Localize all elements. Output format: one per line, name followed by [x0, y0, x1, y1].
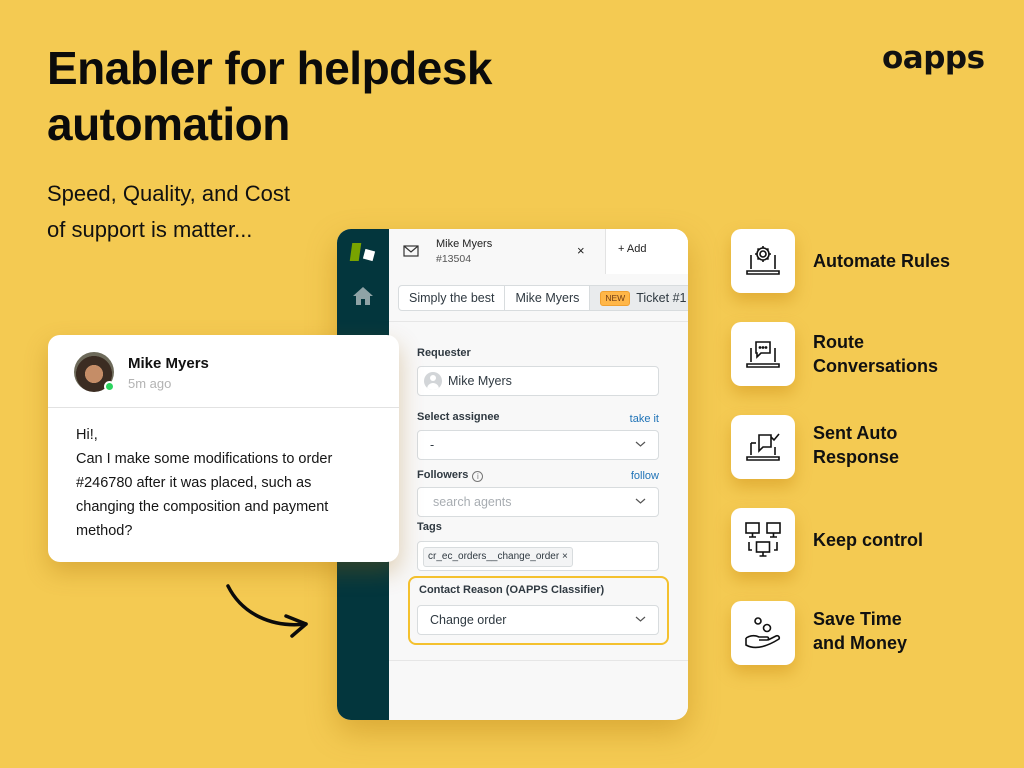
headline-line-1: Enabler for helpdesk — [47, 42, 493, 94]
breadcrumb-ticket-label: Ticket #1 — [636, 291, 687, 305]
brand-logo: oapps — [882, 40, 985, 76]
subheadline-line-2: of support is matter... — [47, 217, 253, 242]
headline-line-2: automation — [47, 98, 290, 150]
contact-reason-select[interactable]: Change order — [417, 605, 659, 635]
network-monitors-icon — [745, 522, 781, 557]
tags-label: Tags — [417, 521, 442, 533]
feature-icon-tile — [731, 601, 795, 665]
ticket-tab[interactable]: Mike Myers #13504 × — [389, 229, 605, 274]
requester-avatar-icon — [424, 372, 442, 390]
feature-label-line: Sent Auto — [813, 423, 898, 443]
curved-arrow-icon — [226, 584, 308, 638]
classifier-label: Contact Reason (OAPPS Classifier) — [419, 584, 605, 596]
message-line: Can I make some modifications to order — [76, 451, 333, 467]
breadcrumb-ticket[interactable]: NEW Ticket #1 — [590, 286, 688, 310]
followers-select[interactable]: search agents — [417, 487, 659, 517]
chevron-down-icon — [635, 616, 646, 622]
feature-label: Route Conversations — [813, 330, 938, 378]
take-it-link[interactable]: take it — [630, 413, 659, 425]
requester-field[interactable]: Mike Myers — [417, 366, 659, 396]
feature-label-line: and Money — [813, 633, 908, 653]
feature-label-line: Response — [813, 447, 900, 467]
feature-keep-control: Keep control — [731, 508, 971, 572]
zendesk-logo-icon — [349, 243, 377, 265]
feature-save-time-money: Save Time and Money — [731, 601, 971, 665]
followers-label-text: Followers — [417, 469, 469, 481]
chevron-down-icon — [635, 441, 646, 447]
online-status-icon — [104, 381, 115, 392]
subheadline-line-1: Speed, Quality, and Cost — [47, 181, 290, 206]
ticket-properties-form: Requester Mike Myers Select assignee tak… — [389, 321, 688, 661]
gear-laptop-icon — [746, 246, 780, 275]
feature-automate-rules: Automate Rules — [731, 229, 971, 293]
hand-coins-icon — [745, 617, 781, 649]
feature-label-line: Route — [813, 332, 864, 352]
feature-label-line: Conversations — [813, 356, 939, 376]
tab-ticket-id: #13504 — [436, 253, 472, 265]
assignee-value: - — [430, 438, 435, 452]
tab-title: Mike Myers — [436, 238, 493, 250]
close-tab-icon[interactable]: × — [577, 243, 585, 258]
message-body: Hi!, Can I make some modifications to or… — [76, 423, 376, 543]
sender-name: Mike Myers — [128, 355, 209, 372]
customer-message-card: Mike Myers 5m ago Hi!, Can I make some m… — [48, 335, 399, 562]
chat-laptop-icon — [746, 341, 780, 368]
feature-label-line: Automate Rules — [813, 251, 951, 271]
check-chat-laptop-icon — [746, 433, 780, 461]
remove-tag-icon[interactable]: × — [562, 551, 568, 562]
tags-field[interactable]: cr_ec_orders__change_order × — [417, 541, 659, 571]
breadcrumb-requester[interactable]: Mike Myers — [505, 286, 591, 310]
message-line: Hi!, — [76, 427, 98, 443]
assignee-label: Select assignee — [417, 411, 500, 423]
avatar — [74, 352, 115, 392]
followers-placeholder: search agents — [433, 495, 512, 509]
feature-icon-tile — [731, 322, 795, 386]
feature-label-line: Save Time — [813, 609, 902, 629]
chevron-down-icon — [635, 498, 646, 504]
feature-icon-tile — [731, 415, 795, 479]
feature-route-conversations: Route Conversations — [731, 322, 971, 386]
info-icon[interactable]: i — [472, 471, 484, 482]
requester-value: Mike Myers — [448, 374, 512, 388]
message-time: 5m ago — [128, 376, 172, 391]
ticket-workspace: Mike Myers #13504 × + Add Simply the bes… — [389, 229, 688, 720]
follow-link[interactable]: follow — [631, 470, 659, 482]
assignee-select[interactable]: - — [417, 430, 659, 460]
tag-chip: cr_ec_orders__change_order × — [423, 547, 573, 567]
headline: Enabler for helpdesk automation — [47, 40, 567, 152]
new-badge: NEW — [600, 291, 631, 306]
message-line: changing the composition and payment — [76, 499, 329, 515]
classifier-highlight: Contact Reason (OAPPS Classifier) Change… — [408, 576, 669, 645]
breadcrumb-organization[interactable]: Simply the best — [399, 286, 506, 310]
divider — [48, 407, 399, 408]
feature-label: Save Time and Money — [813, 607, 907, 655]
feature-sent-auto-response: Sent Auto Response — [731, 415, 971, 479]
message-line: #246780 after it was placed, such as — [76, 475, 312, 491]
message-line: method? — [76, 523, 133, 539]
feature-label: Sent Auto Response — [813, 421, 899, 469]
feature-label: Automate Rules — [813, 249, 950, 273]
tag-chip-label: cr_ec_orders__change_order — [428, 551, 560, 562]
breadcrumb: Simply the best Mike Myers NEW Ticket #1 — [398, 285, 688, 311]
feature-label: Keep control — [813, 528, 923, 552]
add-tab-button[interactable]: + Add — [605, 229, 688, 274]
contact-reason-value: Change order — [430, 613, 507, 627]
add-tab-label: + Add — [618, 243, 647, 255]
feature-icon-tile — [731, 229, 795, 293]
followers-label: Followers i — [417, 469, 484, 482]
feature-icon-tile — [731, 508, 795, 572]
home-icon[interactable] — [352, 286, 374, 306]
feature-label-line: Keep control — [813, 530, 924, 550]
tab-bar: Mike Myers #13504 × + Add — [389, 229, 688, 274]
envelope-icon — [403, 245, 419, 257]
subheadline: Speed, Quality, and Cost of support is m… — [47, 176, 347, 248]
requester-label: Requester — [417, 347, 471, 359]
